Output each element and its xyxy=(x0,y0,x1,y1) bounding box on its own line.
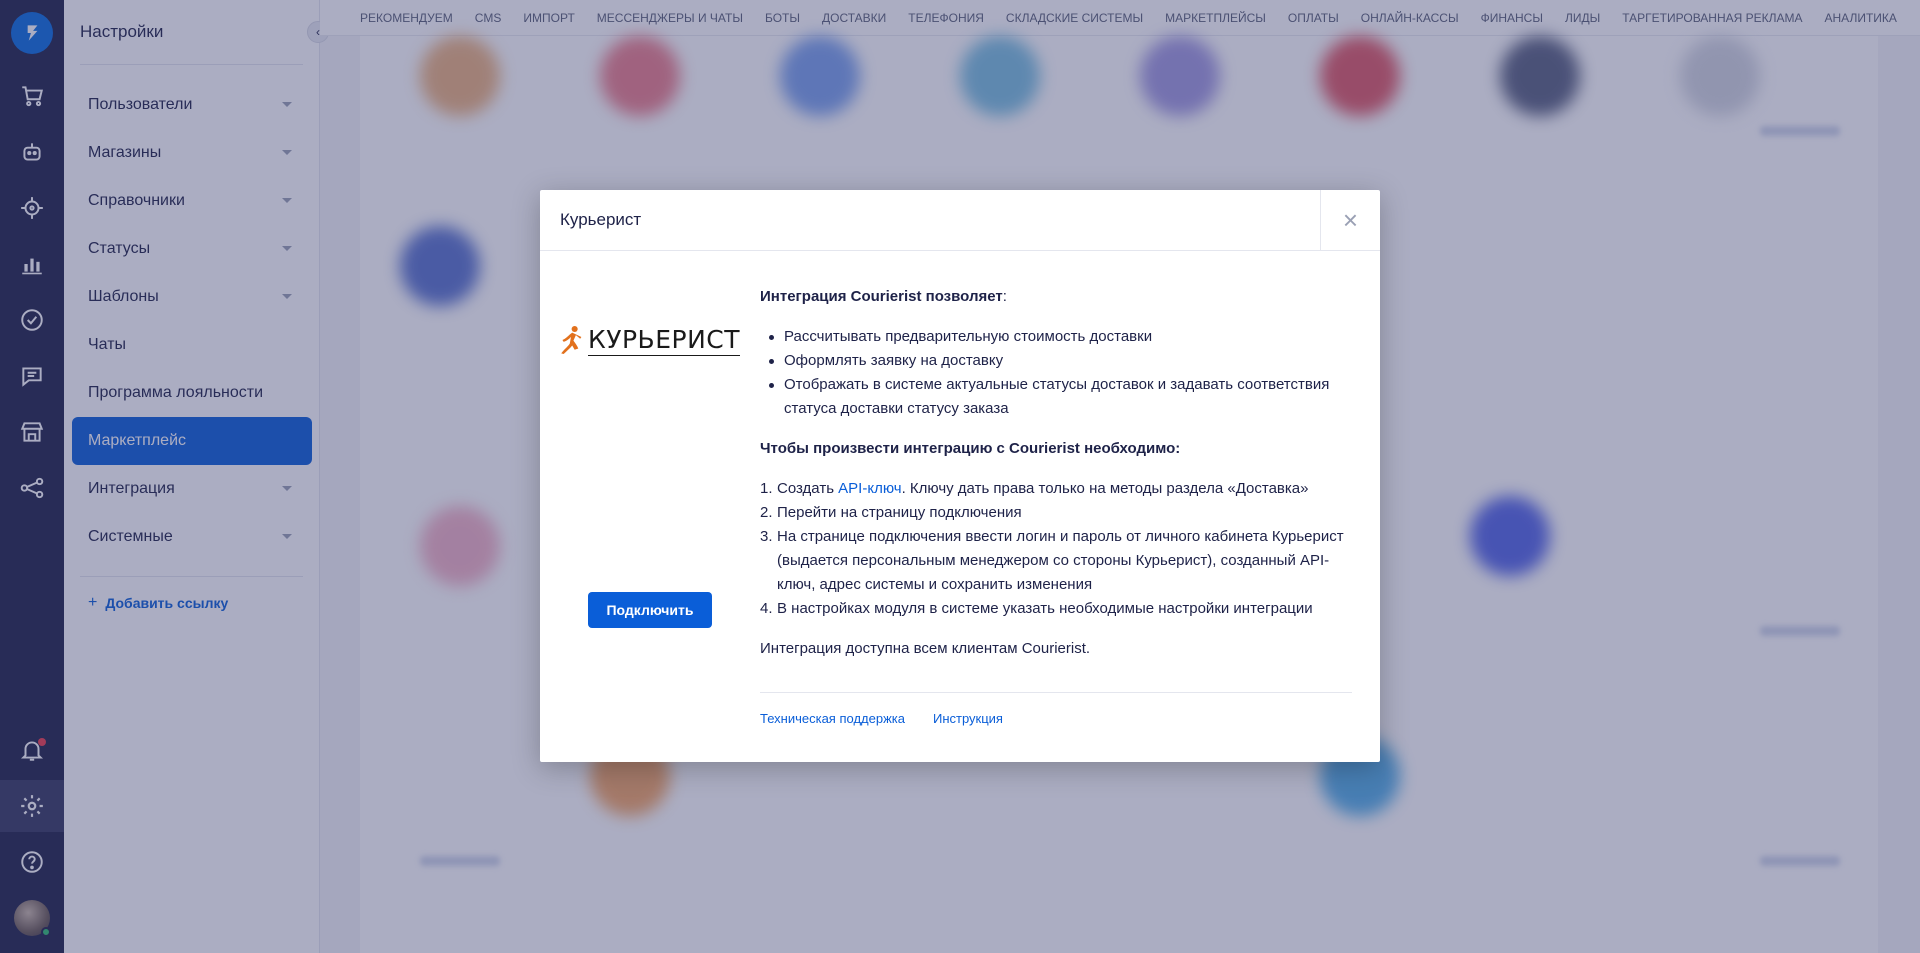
list-item: 4. В настройках модуля в системе указать … xyxy=(760,597,1352,621)
brand-wordmark: КУРЬЕРИСТ xyxy=(587,324,740,356)
runner-logo-icon xyxy=(561,325,582,355)
api-key-link[interactable]: API-ключ xyxy=(838,480,901,497)
step-text: Перейти на страницу подключения xyxy=(777,504,1022,521)
step-number: 2. xyxy=(760,504,773,521)
step-number: 1. xyxy=(760,480,773,497)
step-text: . Ключу дать права только на методы разд… xyxy=(901,480,1309,497)
close-button[interactable]: × xyxy=(1320,190,1380,251)
brand-logo: КУРЬЕРИСТ xyxy=(560,316,740,364)
intro-colon: : xyxy=(1002,288,1007,305)
modal-footer: Техническая поддержка Инструкция xyxy=(760,692,1352,726)
list-item: Отображать в системе актуальные статусы … xyxy=(769,373,1352,421)
list-item: Оформлять заявку на доставку xyxy=(769,349,1352,373)
intro-heading: Интеграция Courierist позволяет: xyxy=(760,285,1352,309)
step-number: 4. xyxy=(760,600,773,617)
steps-heading: Чтобы произвести интеграцию с Courierist… xyxy=(760,440,1181,457)
list-item: Рассчитывать предварительную стоимость д… xyxy=(769,325,1352,349)
list-item: 3. На странице подключения ввести логин и… xyxy=(760,525,1352,597)
intro-bold-text: Интеграция Courierist позволяет xyxy=(760,288,1003,305)
modal-body: Интеграция Courierist позволяет: Рассчит… xyxy=(760,285,1352,661)
list-item: 2. Перейти на страницу подключения xyxy=(760,501,1352,525)
step-text: Создать xyxy=(777,480,839,497)
list-item: 1. Создать API-ключ. Ключу дать права тол… xyxy=(760,477,1352,501)
step-text: На странице подключения ввести логин и п… xyxy=(777,528,1344,593)
tech-support-link[interactable]: Техническая поддержка xyxy=(760,711,905,726)
features-list: Рассчитывать предварительную стоимость д… xyxy=(760,325,1352,421)
close-icon: × xyxy=(1342,205,1359,235)
connect-button[interactable]: Подключить xyxy=(588,592,712,628)
instructions-link[interactable]: Инструкция xyxy=(933,711,1003,726)
modal-title: Курьерист xyxy=(540,190,1380,251)
step-text: В настройках модуля в системе указать не… xyxy=(777,600,1313,617)
integration-modal: Курьерист × КУРЬЕРИСТ Подключить Интегра… xyxy=(540,190,1380,762)
steps-list: 1. Создать API-ключ. Ключу дать права тол… xyxy=(760,477,1352,621)
step-number: 3. xyxy=(760,528,773,545)
availability-note: Интеграция доступна всем клиентам Courie… xyxy=(760,640,1091,657)
